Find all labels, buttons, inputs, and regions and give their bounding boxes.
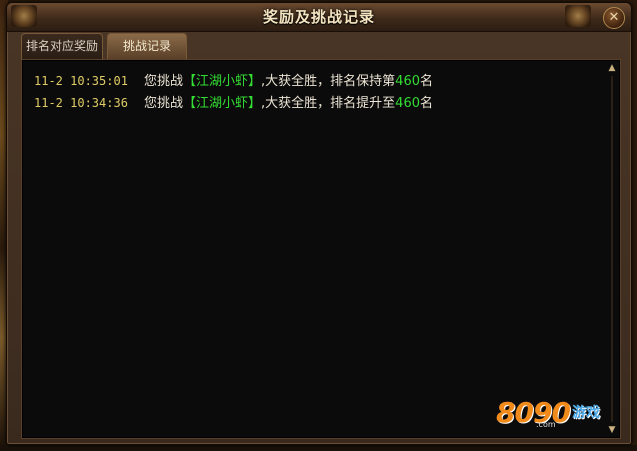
log-result: ,大获全胜，排名提升至 (261, 96, 396, 111)
log-time: 11-2 10:35:01 (34, 74, 128, 88)
log-suffix: 名 (420, 74, 434, 89)
close-button[interactable]: ✕ (603, 7, 625, 29)
site-watermark-logo: 8090 .com 游戏 (496, 394, 606, 432)
log-prefix: 您挑战 (144, 96, 184, 111)
opponent-name[interactable]: 【江湖小虾】 (183, 74, 261, 89)
log-suffix: 名 (420, 96, 434, 111)
close-icon: ✕ (608, 10, 620, 25)
scrollbar[interactable]: ▲ ▼ (606, 62, 618, 436)
game-scene-bottom-edge (0, 445, 637, 451)
dialog-title: 奖励及挑战记录 (262, 8, 375, 26)
opponent-name[interactable]: 【江湖小虾】 (183, 96, 261, 111)
log-list: 11-2 10:35:01 您挑战【江湖小虾】,大获全胜，排名保持第460名 11… (34, 70, 600, 114)
watermark-text: 游戏 (572, 405, 600, 421)
challenge-log-panel: 11-2 10:35:01 您挑战【江湖小虾】,大获全胜，排名保持第460名 11… (21, 59, 621, 439)
title-bar: 奖励及挑战记录 ✕ (7, 3, 631, 32)
log-result: ,大获全胜，排名保持第 (261, 74, 396, 89)
watermark-domain: .com (536, 420, 556, 429)
scroll-down-icon[interactable]: ▼ (606, 424, 618, 436)
log-entry: 11-2 10:35:01 您挑战【江湖小虾】,大获全胜，排名保持第460名 (34, 70, 600, 92)
rank-value: 460 (395, 74, 420, 89)
tab-challenge-log[interactable]: 挑战记录 (107, 33, 187, 59)
scroll-up-icon[interactable]: ▲ (606, 62, 618, 74)
tab-rank-rewards[interactable]: 排名对应奖励 (21, 33, 103, 59)
log-time: 11-2 10:34:36 (34, 96, 128, 110)
log-entry: 11-2 10:34:36 您挑战【江湖小虾】,大获全胜，排名提升至460名 (34, 92, 600, 114)
watermark-number: 8090 (496, 396, 571, 429)
scroll-track[interactable] (611, 76, 613, 422)
log-prefix: 您挑战 (144, 74, 184, 89)
reward-challenge-dialog: 奖励及挑战记录 ✕ 排名对应奖励 挑战记录 11-2 10:35:01 您挑战【江… (6, 2, 632, 445)
rank-value: 460 (395, 96, 420, 111)
